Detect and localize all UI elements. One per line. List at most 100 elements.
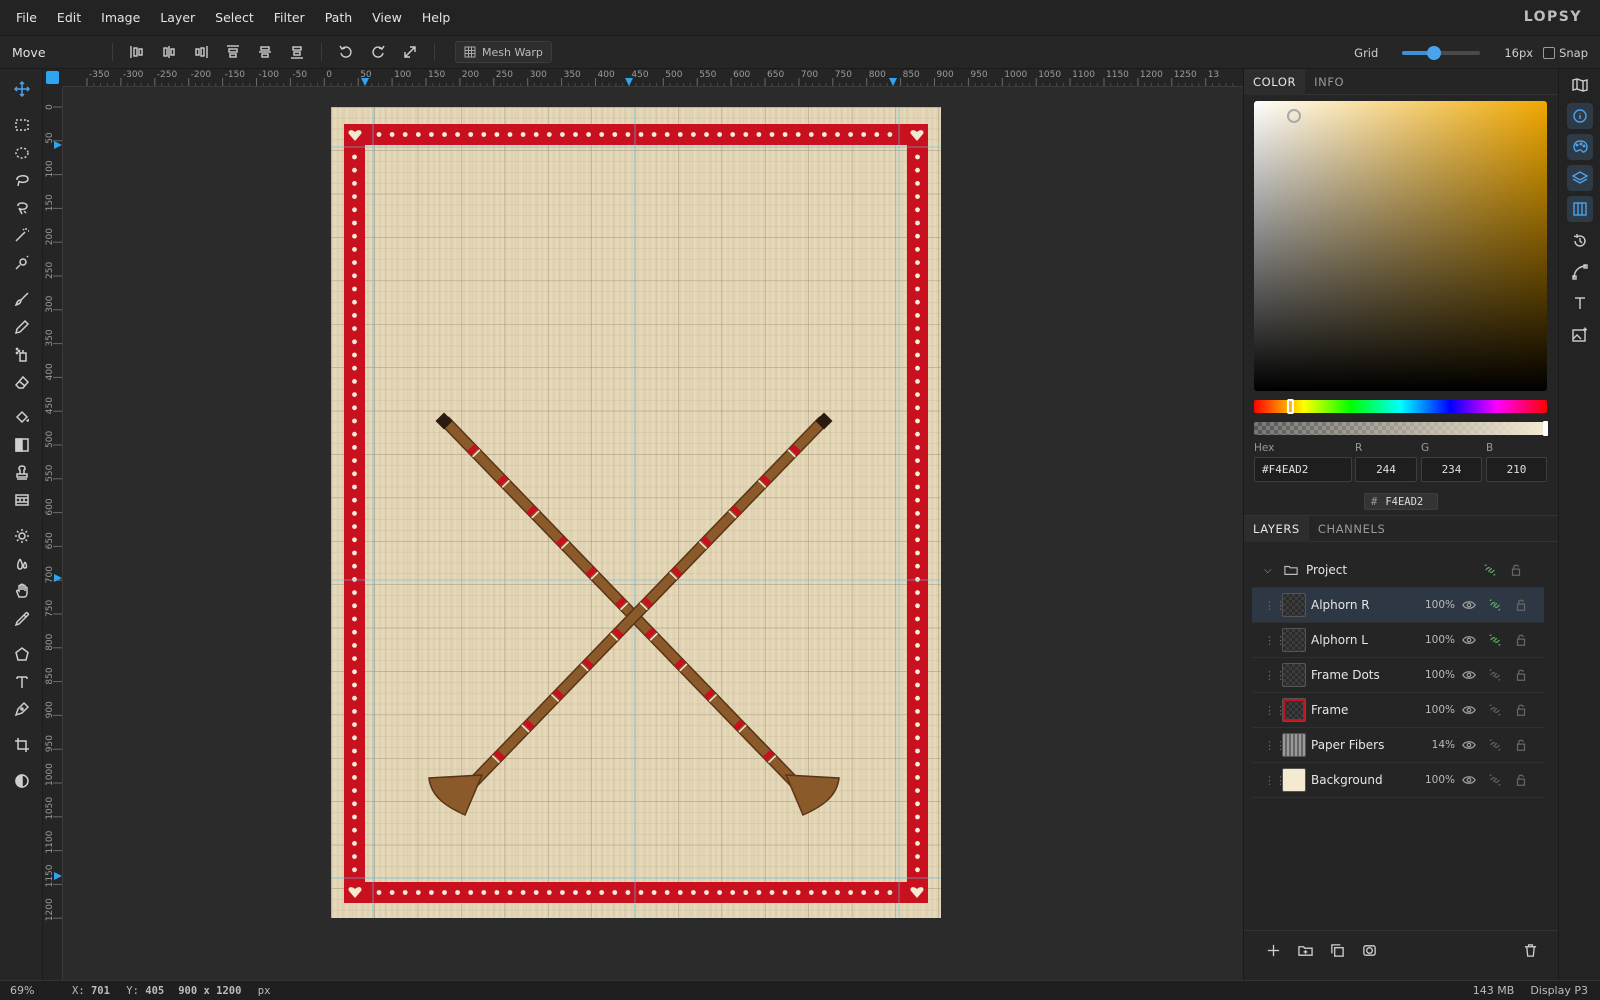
layers-panel-button[interactable] [1567, 165, 1593, 191]
link-icon[interactable] [1477, 563, 1502, 577]
smudge-tool[interactable] [9, 578, 34, 603]
layer-name[interactable]: Alphorn L [1311, 633, 1419, 647]
layer-name[interactable]: Frame Dots [1311, 668, 1419, 682]
layer-opacity[interactable]: 100% [1419, 704, 1455, 716]
menu-filter[interactable]: Filter [264, 10, 315, 25]
b-input[interactable]: 210 [1486, 457, 1547, 482]
eyedropper-tool[interactable] [9, 606, 34, 631]
layer-row[interactable]: ⋮⋮ Frame Dots 100% [1252, 658, 1544, 693]
fill-tool[interactable] [9, 404, 34, 429]
layer-name[interactable]: Alphorn R [1311, 598, 1419, 612]
hue-handle[interactable] [1287, 399, 1294, 414]
snap-toggle[interactable]: Snap [1543, 46, 1588, 60]
lock-icon[interactable] [1508, 703, 1533, 717]
fit-screen-button[interactable] [396, 40, 424, 64]
eye-icon[interactable] [1456, 668, 1481, 682]
guide-marker[interactable] [889, 78, 897, 86]
layer-name[interactable]: Background [1311, 773, 1419, 787]
blur-tool[interactable] [9, 551, 34, 576]
clone-tool[interactable] [9, 341, 34, 366]
navigator-button[interactable] [1567, 72, 1593, 98]
layer-row[interactable]: ⋮⋮ Alphorn R 100% [1252, 588, 1544, 623]
tab-info[interactable]: INFO [1305, 69, 1353, 95]
hue-slider[interactable] [1254, 399, 1547, 414]
magnetic-lasso-tool[interactable] [9, 195, 34, 220]
pen-tool[interactable] [9, 696, 34, 721]
document-canvas[interactable] [331, 107, 941, 918]
duplicate-layer-button[interactable] [1321, 937, 1353, 965]
guide-marker[interactable] [54, 574, 62, 582]
layer-row[interactable]: ⋮⋮ Frame 100% [1252, 693, 1544, 728]
lock-icon[interactable] [1503, 563, 1528, 577]
align-left-button[interactable] [123, 40, 151, 64]
eye-icon[interactable] [1456, 773, 1481, 787]
brush-tool[interactable] [9, 286, 34, 311]
drag-handle-icon[interactable]: ⋮⋮ [1264, 739, 1286, 752]
menu-file[interactable]: File [0, 10, 47, 25]
pattern-tool[interactable] [9, 487, 34, 512]
quick-select-tool[interactable] [9, 250, 34, 275]
drag-handle-icon[interactable]: ⋮⋮ [1264, 599, 1286, 612]
menu-image[interactable]: Image [91, 10, 150, 25]
text-tool[interactable] [9, 669, 34, 694]
color-picker-handle[interactable] [1287, 109, 1301, 123]
menu-layer[interactable]: Layer [150, 10, 205, 25]
layer-opacity[interactable]: 100% [1419, 669, 1455, 681]
paths-panel-button[interactable] [1567, 259, 1593, 285]
r-input[interactable]: 244 [1355, 457, 1417, 482]
layer-opacity[interactable]: 100% [1419, 774, 1455, 786]
lock-icon[interactable] [1508, 668, 1533, 682]
menu-select[interactable]: Select [205, 10, 264, 25]
layer-row[interactable]: ⋮⋮ Background 100% [1252, 763, 1544, 798]
drag-handle-icon[interactable]: ⋮⋮ [1264, 774, 1286, 787]
grid-size-slider[interactable] [1402, 45, 1481, 60]
slider-handle[interactable] [1426, 45, 1441, 60]
delete-layer-button[interactable] [1514, 937, 1546, 965]
crop-tool[interactable] [9, 732, 34, 757]
layer-row[interactable]: ⋮⋮ Paper Fibers 14% [1252, 728, 1544, 763]
gradient-tool[interactable] [9, 432, 34, 457]
layer-opacity[interactable]: 100% [1419, 599, 1455, 611]
eye-icon[interactable] [1456, 738, 1481, 752]
menu-edit[interactable]: Edit [47, 10, 91, 25]
current-color-chip[interactable]: # F4EAD2 [1364, 493, 1438, 510]
drag-handle-icon[interactable]: ⋮⋮ [1264, 704, 1286, 717]
alpha-handle[interactable] [1543, 421, 1548, 436]
link-icon[interactable] [1482, 738, 1507, 752]
adjust-tool[interactable] [9, 768, 34, 793]
color-swatch-icon[interactable] [46, 71, 59, 84]
character-panel-button[interactable] [1567, 290, 1593, 316]
link-icon[interactable] [1482, 598, 1507, 612]
rotate-cw-button[interactable] [364, 40, 392, 64]
zoom-level[interactable]: 69% [10, 984, 46, 997]
color-panel-button[interactable] [1567, 134, 1593, 160]
layer-row[interactable]: ⋮⋮ Alphorn L 100% [1252, 623, 1544, 658]
hex-input[interactable]: #F4EAD2 [1254, 457, 1352, 482]
eye-icon[interactable] [1456, 633, 1481, 647]
lock-icon[interactable] [1508, 773, 1533, 787]
history-panel-button[interactable] [1567, 228, 1593, 254]
eye-icon[interactable] [1456, 703, 1481, 717]
add-layer-button[interactable] [1257, 937, 1289, 965]
shape-tool[interactable] [9, 641, 34, 666]
guide-marker[interactable] [625, 78, 633, 86]
pencil-tool[interactable] [9, 314, 34, 339]
layer-group-project[interactable]: ⌵ Project [1252, 553, 1544, 588]
canvas-viewport[interactable] [63, 87, 1243, 980]
eraser-tool[interactable] [9, 369, 34, 394]
tab-layers[interactable]: LAYERS [1244, 515, 1309, 542]
tab-channels[interactable]: CHANNELS [1309, 516, 1395, 542]
lasso-tool[interactable] [9, 167, 34, 192]
dodge-tool[interactable] [9, 523, 34, 548]
link-icon[interactable] [1482, 633, 1507, 647]
rect-select-tool[interactable] [9, 112, 34, 137]
tab-color[interactable]: COLOR [1244, 68, 1306, 95]
guide-marker[interactable] [54, 872, 62, 880]
menu-path[interactable]: Path [315, 10, 362, 25]
snap-checkbox[interactable] [1543, 47, 1556, 59]
lock-icon[interactable] [1508, 633, 1533, 647]
ellipse-select-tool[interactable] [9, 140, 34, 165]
align-center-h-button[interactable] [155, 40, 183, 64]
mask-layer-button[interactable] [1353, 937, 1385, 965]
magic-wand-tool[interactable] [9, 222, 34, 247]
